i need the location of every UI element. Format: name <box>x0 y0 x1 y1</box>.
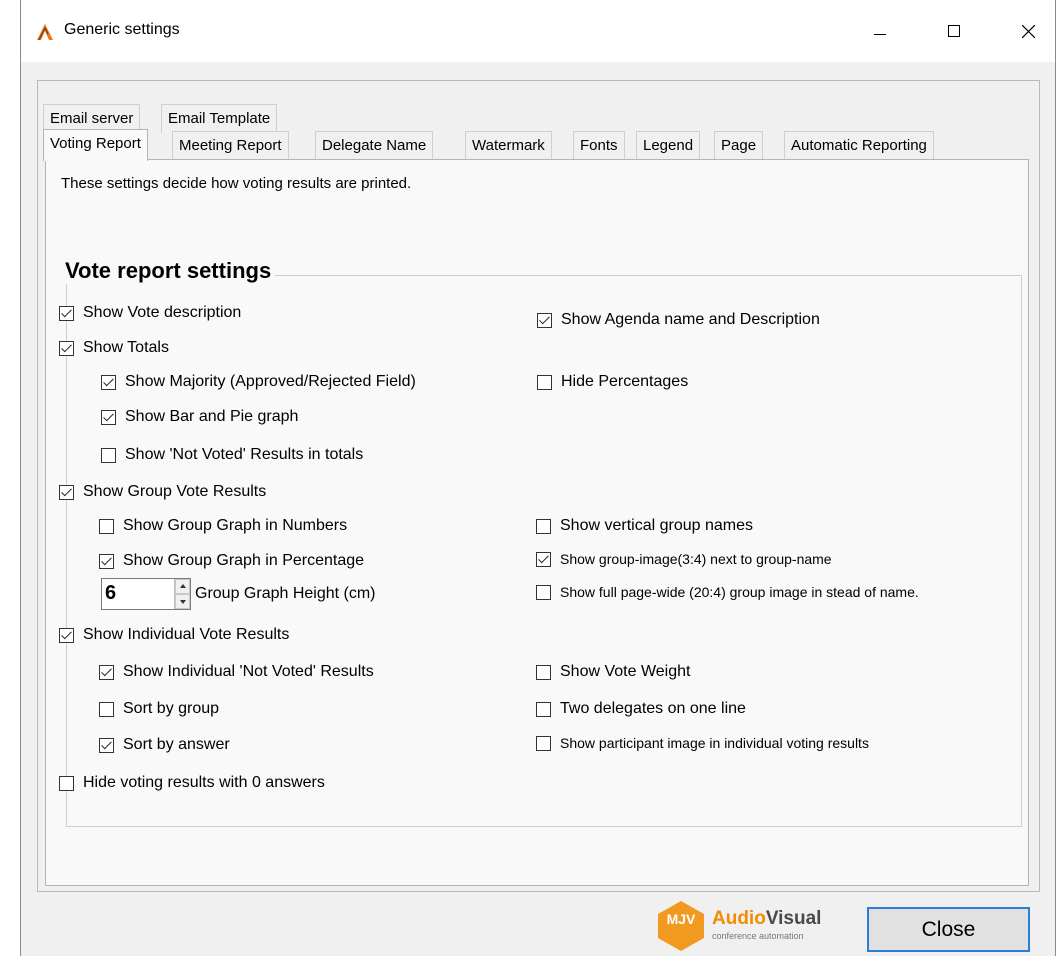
close-button[interactable]: Close <box>867 907 1030 952</box>
checkbox-label: Show full page-wide (20:4) group image i… <box>560 584 919 600</box>
show-participant-image-checkbox[interactable]: Show participant image in individual vot… <box>536 732 869 754</box>
show-not-voted-totals-checkbox[interactable]: Show 'Not Voted' Results in totals <box>101 444 363 466</box>
show-group-image-checkbox[interactable]: Show group-image(3:4) next to group-name <box>536 548 832 570</box>
show-totals-checkbox[interactable]: Show Totals <box>59 337 169 359</box>
spin-up-icon[interactable] <box>175 579 190 594</box>
tab-watermark[interactable]: Watermark <box>465 131 552 160</box>
checkbox-label: Show vertical group names <box>560 517 753 534</box>
logo-brand-part2: Visual <box>765 908 822 929</box>
checkbox-label: Show participant image in individual vot… <box>560 735 869 751</box>
close-icon <box>1022 25 1035 38</box>
logo-brand-part1: Audio <box>712 908 766 929</box>
checkbox-box <box>99 701 114 717</box>
checkbox-box <box>536 735 551 751</box>
title-bar: Generic settings <box>21 0 1055 62</box>
checkbox-box <box>537 374 552 390</box>
spinner-buttons <box>174 579 190 609</box>
show-agenda-name-checkbox[interactable]: Show Agenda name and Description <box>537 309 820 331</box>
show-group-graph-numbers-checkbox[interactable]: Show Group Graph in Numbers <box>99 515 347 537</box>
checkbox-label: Sort by answer <box>123 736 230 753</box>
checkbox-label: Show Bar and Pie graph <box>125 408 299 425</box>
tab-legend[interactable]: Legend <box>636 131 701 160</box>
checkbox-label: Show Individual Vote Results <box>83 626 290 643</box>
tab-automatic-reporting[interactable]: Automatic Reporting <box>784 131 934 160</box>
checkbox-box <box>99 737 114 753</box>
group-graph-height-label: Group Graph Height (cm) <box>195 585 376 602</box>
show-vote-weight-checkbox[interactable]: Show Vote Weight <box>536 661 690 683</box>
checkbox-label: Show Vote description <box>83 304 242 321</box>
logo-mark: MJV <box>667 911 696 927</box>
checkbox-label: Show Vote Weight <box>560 663 691 680</box>
show-full-page-group-image-checkbox[interactable]: Show full page-wide (20:4) group image i… <box>536 581 919 603</box>
tab-voting-report[interactable]: Voting Report <box>43 129 148 161</box>
checkbox-label: Show group-image(3:4) next to group-name <box>560 551 832 567</box>
checkbox-label: Show Majority (Approved/Rejected Field) <box>125 373 416 390</box>
show-group-vote-results-checkbox[interactable]: Show Group Vote Results <box>59 481 266 503</box>
checkbox-label: Show Agenda name and Description <box>561 311 820 328</box>
checkbox-box <box>59 340 74 356</box>
show-individual-vote-results-checkbox[interactable]: Show Individual Vote Results <box>59 624 289 646</box>
app-logo-icon <box>35 22 55 42</box>
show-vertical-group-names-checkbox[interactable]: Show vertical group names <box>536 515 753 537</box>
checkbox-label: Show Totals <box>83 339 169 356</box>
checkbox-box <box>101 447 116 463</box>
mjv-hexagon-logo-icon: MJV <box>658 901 704 951</box>
two-delegates-one-line-checkbox[interactable]: Two delegates on one line <box>536 698 746 720</box>
minimize-button[interactable] <box>857 14 903 48</box>
checkbox-label: Show 'Not Voted' Results in totals <box>125 446 364 463</box>
checkbox-box <box>536 551 551 567</box>
show-majority-checkbox[interactable]: Show Majority (Approved/Rejected Field) <box>101 371 416 393</box>
checkbox-box <box>536 701 551 717</box>
hide-zero-answers-checkbox[interactable]: Hide voting results with 0 answers <box>59 772 325 794</box>
checkbox-box <box>536 664 551 680</box>
checkbox-box <box>99 664 114 680</box>
intro-text: These settings decide how voting results… <box>61 175 412 192</box>
checkbox-label: Hide voting results with 0 answers <box>83 774 325 791</box>
checkbox-box <box>59 484 74 500</box>
checkbox-box <box>537 312 552 328</box>
hide-percentages-checkbox[interactable]: Hide Percentages <box>537 371 688 393</box>
checkbox-box <box>536 518 551 534</box>
checkbox-box <box>101 374 116 390</box>
sort-by-answer-checkbox[interactable]: Sort by answer <box>99 734 230 756</box>
audiovisual-logo: MJV AudioVisual conference automation <box>656 900 866 952</box>
checkbox-box <box>59 775 74 791</box>
checkbox-box <box>59 627 74 643</box>
logo-brand: AudioVisual <box>712 908 821 930</box>
sort-by-group-checkbox[interactable]: Sort by group <box>99 698 219 720</box>
tab-delegate-name[interactable]: Delegate Name <box>315 131 434 160</box>
logo-tagline: conference automation <box>712 931 804 941</box>
tab-email-template[interactable]: Email Template <box>161 104 278 133</box>
checkbox-box <box>536 584 551 600</box>
tab-page[interactable]: Page <box>714 131 764 160</box>
checkbox-label: Show Individual 'Not Voted' Results <box>123 663 374 680</box>
tab-fonts[interactable]: Fonts <box>573 131 625 160</box>
spinner-value: 6 <box>105 582 117 604</box>
tab-meeting-report[interactable]: Meeting Report <box>172 131 289 160</box>
checkbox-box <box>99 553 114 569</box>
checkbox-label: Two delegates on one line <box>560 700 746 717</box>
close-window-button[interactable] <box>1005 14 1051 48</box>
checkbox-label: Show Group Vote Results <box>83 483 267 500</box>
show-group-graph-percentage-checkbox[interactable]: Show Group Graph in Percentage <box>99 550 364 572</box>
show-vote-description-checkbox[interactable]: Show Vote description <box>59 302 241 324</box>
group-graph-height-spinner[interactable]: 6 <box>101 578 191 610</box>
checkbox-box <box>101 409 116 425</box>
checkbox-label: Sort by group <box>123 700 220 717</box>
spin-down-icon[interactable] <box>175 594 190 609</box>
checkbox-label: Hide Percentages <box>561 373 689 390</box>
settings-window: Generic settings Email server Email Temp… <box>20 0 1056 956</box>
show-individual-not-voted-checkbox[interactable]: Show Individual 'Not Voted' Results <box>99 661 374 683</box>
maximize-button[interactable] <box>931 14 977 48</box>
window-title: Generic settings <box>64 21 180 38</box>
checkbox-box <box>99 518 114 534</box>
checkbox-box <box>59 305 74 321</box>
checkbox-label: Show Group Graph in Numbers <box>123 517 348 534</box>
checkbox-label: Show Group Graph in Percentage <box>123 552 365 569</box>
group-title: Vote report settings <box>61 258 276 284</box>
show-bar-pie-checkbox[interactable]: Show Bar and Pie graph <box>101 406 298 428</box>
